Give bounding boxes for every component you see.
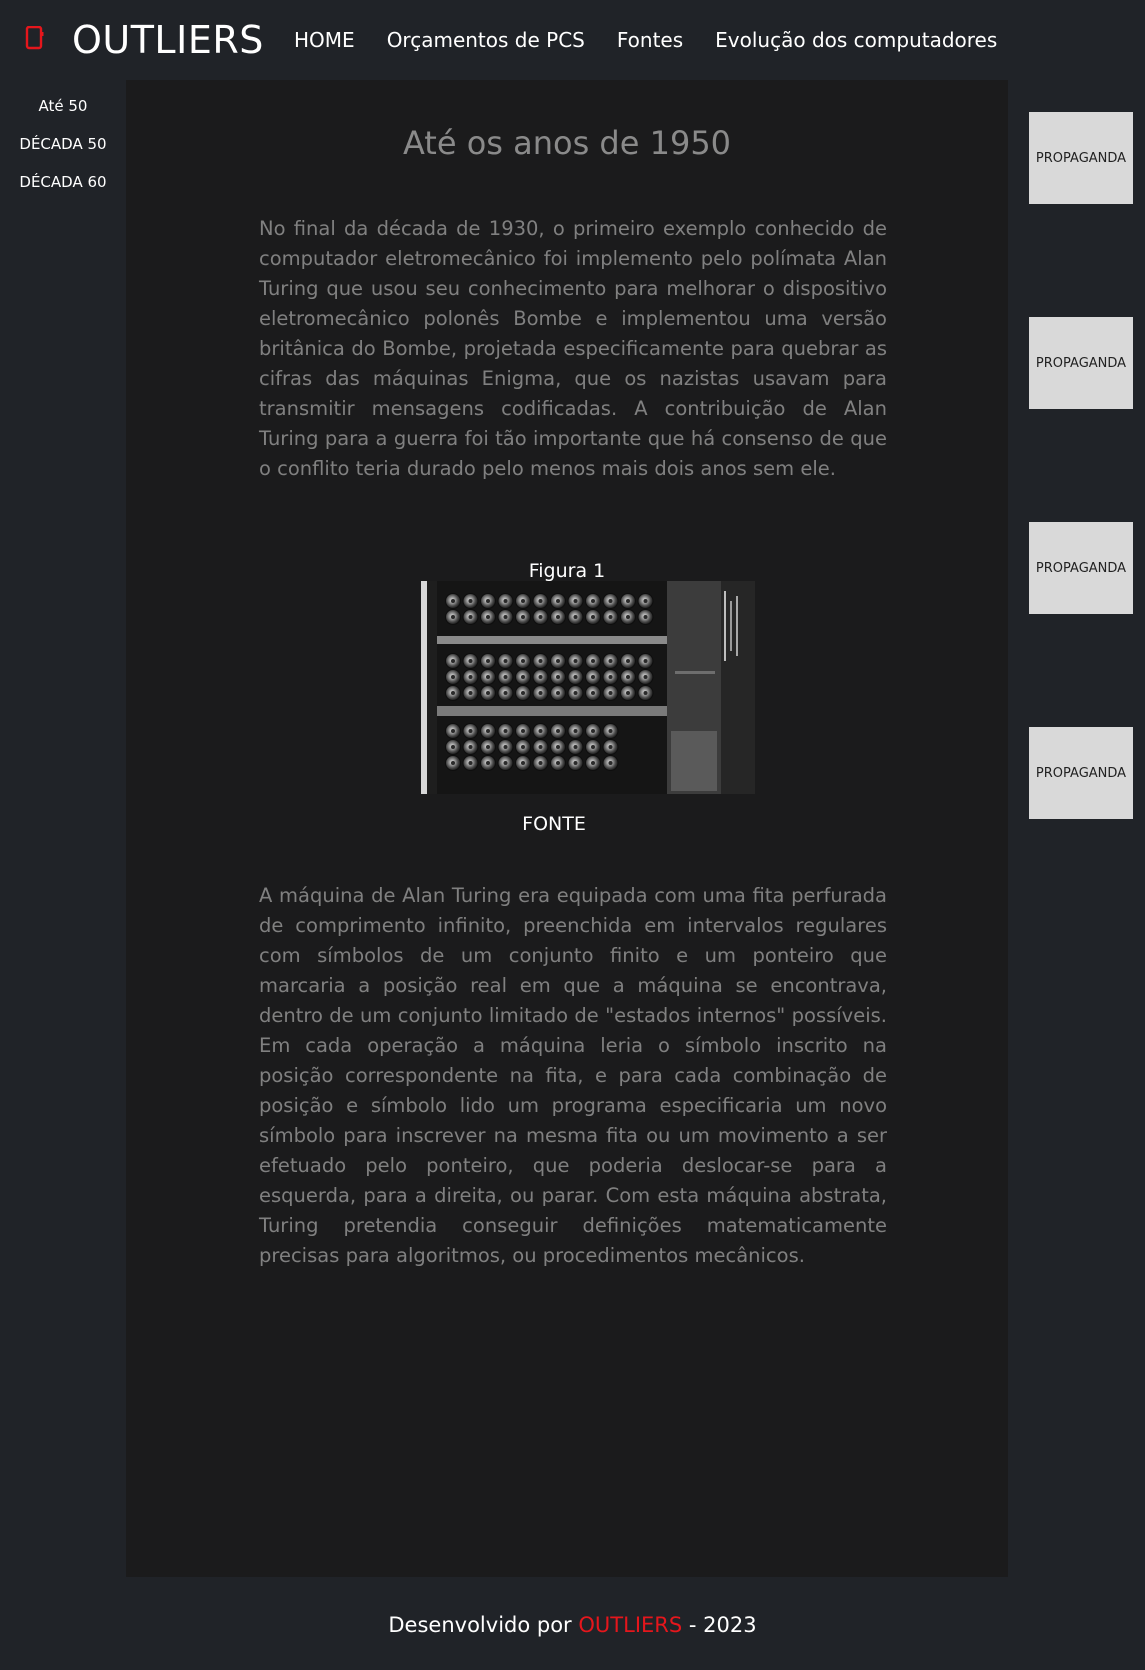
nav-fontes[interactable]: Fontes — [617, 26, 683, 54]
ad-banner[interactable]: PROPAGANDA — [1029, 522, 1133, 614]
footer-brand-link[interactable]: OUTLIERS — [578, 1613, 682, 1637]
paragraph-turing-machine: A máquina de Alan Turing era equipada co… — [259, 884, 887, 1267]
nav-evolucao[interactable]: Evolução dos computadores — [715, 26, 997, 54]
footer-prefix: Desenvolvido por — [388, 1613, 572, 1637]
main-nav: HOME Orçamentos de PCS Fontes Evolução d… — [294, 26, 997, 54]
sidebar-item-decada-60[interactable]: DÉCADA 60 — [0, 172, 126, 210]
figure-source-link[interactable]: FONTE — [126, 811, 982, 837]
nav-home[interactable]: HOME — [294, 26, 355, 54]
nav-orcamentos[interactable]: Orçamentos de PCS — [387, 26, 585, 54]
phone-icon[interactable] — [25, 26, 45, 50]
ad-banner[interactable]: PROPAGANDA — [1029, 112, 1133, 204]
site-logo[interactable]: OUTLIERS — [72, 16, 264, 64]
sidebar-item-ate-50[interactable]: Até 50 — [0, 96, 126, 134]
paragraph-intro: No final da década de 1930, o primeiro e… — [259, 217, 887, 480]
page-title: Até os anos de 1950 — [402, 124, 732, 162]
site-header: OUTLIERS HOME Orçamentos de PCS Fontes E… — [0, 0, 1145, 80]
footer-suffix: - 2023 — [688, 1613, 757, 1637]
main-content: Até os anos de 1950 No final da década d… — [126, 80, 1008, 1577]
section-sidebar: Até 50 DÉCADA 50 DÉCADA 60 — [0, 96, 126, 210]
ad-banner[interactable]: PROPAGANDA — [1029, 727, 1133, 819]
bombe-machine-image — [421, 581, 755, 794]
sidebar-item-decada-50[interactable]: DÉCADA 50 — [0, 134, 126, 172]
site-footer: Desenvolvido por OUTLIERS - 2023 — [0, 1610, 1145, 1640]
ad-banner[interactable]: PROPAGANDA — [1029, 317, 1133, 409]
